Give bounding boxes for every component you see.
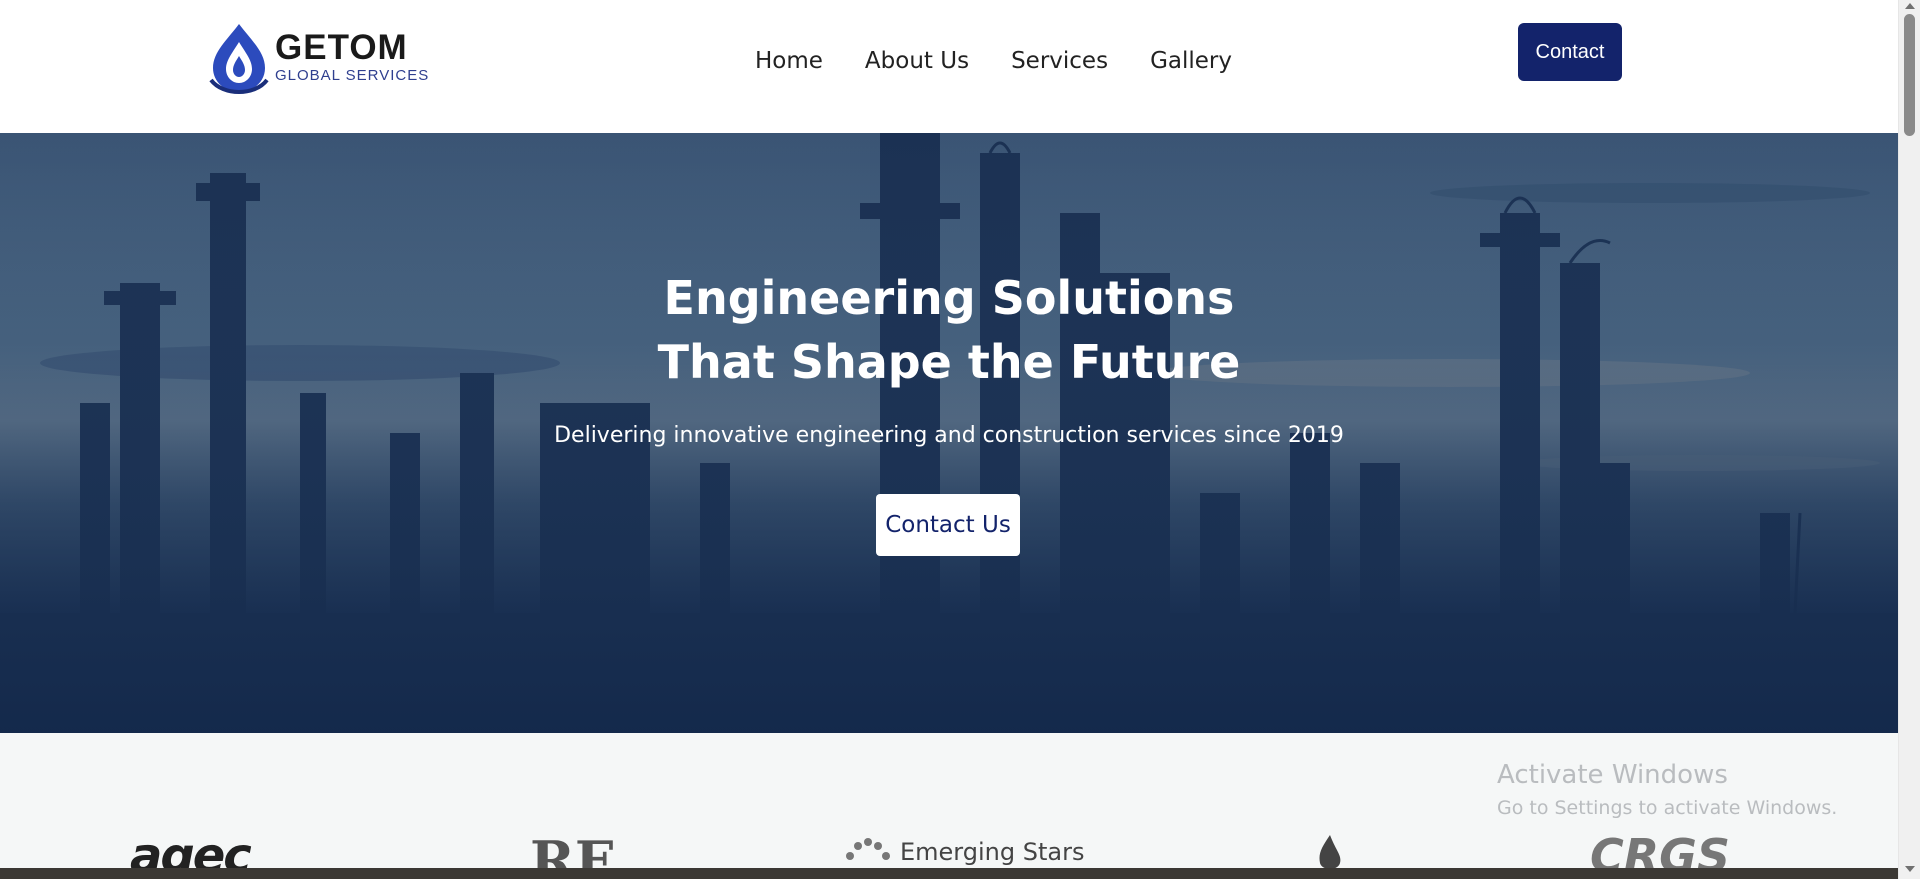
partner-logo-agec: agec — [130, 828, 252, 868]
scroll-up-icon[interactable] — [1905, 3, 1915, 9]
brand-logo[interactable]: GETOM GLOBAL SERVICES — [209, 22, 441, 94]
hero-section: Engineering Solutions That Shape the Fut… — [0, 133, 1898, 733]
taskbar-edge — [0, 868, 1898, 879]
hero-title-line2: That Shape the Future — [657, 335, 1241, 389]
contact-us-button[interactable]: Contact Us — [876, 494, 1020, 556]
nav-services[interactable]: Services — [1011, 48, 1108, 74]
main-nav: Home About Us Services Gallery — [755, 48, 1274, 74]
activate-windows-title: Activate Windows — [1497, 760, 1728, 790]
site-header: GETOM GLOBAL SERVICES Home About Us Serv… — [0, 0, 1898, 133]
activate-windows-watermark: Activate Windows Go to Settings to activ… — [1497, 758, 1837, 822]
scroll-down-icon[interactable] — [1905, 866, 1915, 872]
brand-name: GETOM — [275, 28, 408, 67]
partner-logo-emerging-stars-text: Emerging Stars — [900, 838, 1085, 866]
hero-subtitle: Delivering innovative engineering and co… — [554, 423, 1344, 448]
page-scrollbar[interactable] — [1898, 0, 1920, 879]
brand-tagline: GLOBAL SERVICES — [275, 67, 430, 84]
scroll-thumb[interactable] — [1904, 14, 1915, 136]
contact-button[interactable]: Contact — [1518, 23, 1622, 81]
sunburst-icon — [846, 838, 890, 860]
hero-title: Engineering Solutions That Shape the Fut… — [0, 266, 1898, 394]
nav-about-us[interactable]: About Us — [865, 48, 969, 74]
water-drop-icon — [209, 24, 269, 94]
partner-logo-emerging-stars: Emerging Stars — [842, 836, 1084, 868]
nav-home[interactable]: Home — [755, 48, 823, 74]
partner-logo-flame — [1310, 833, 1350, 868]
partner-logo-crgs: CRGS — [1590, 829, 1731, 868]
partner-logo-re: RE — [530, 829, 617, 868]
nav-gallery[interactable]: Gallery — [1150, 48, 1232, 74]
hero-title-line1: Engineering Solutions — [663, 271, 1235, 325]
flame-icon — [1319, 835, 1341, 868]
activate-windows-subtitle: Go to Settings to activate Windows. — [1497, 797, 1838, 819]
